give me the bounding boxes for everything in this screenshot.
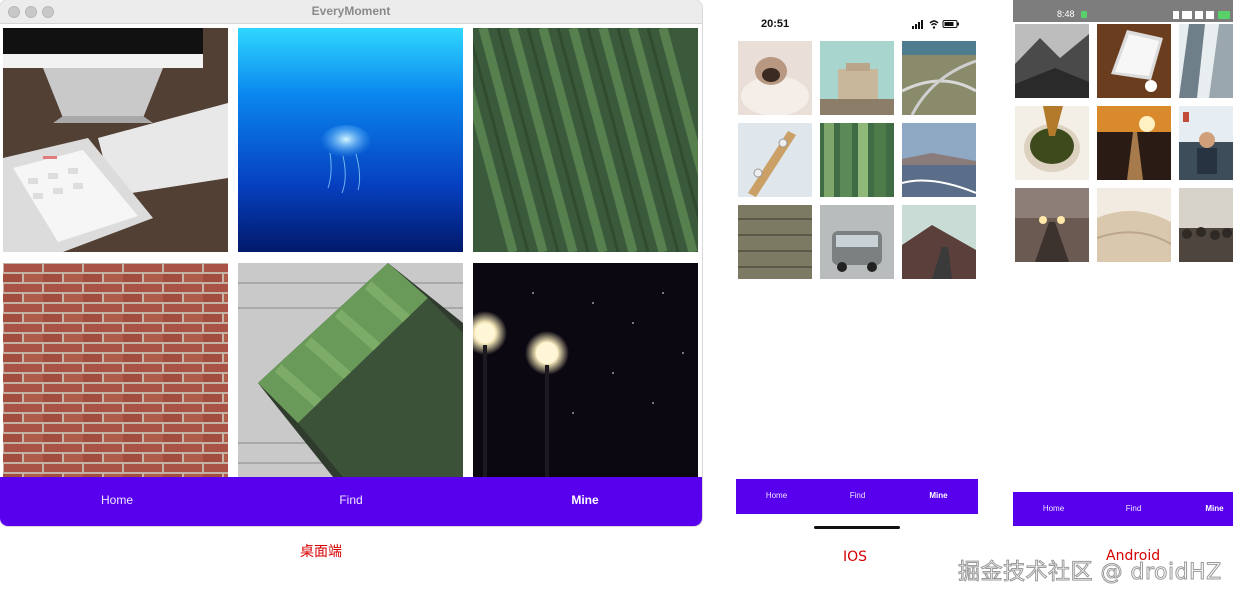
ios-nav-find-tab[interactable]: Find bbox=[817, 491, 898, 500]
android-nav-find-tab[interactable]: Find bbox=[1097, 504, 1170, 513]
android-photo-crowd[interactable] bbox=[1179, 188, 1233, 262]
photo-desk-computer[interactable] bbox=[3, 28, 228, 252]
ios-nav-mine-tab[interactable]: Mine bbox=[898, 491, 979, 500]
android-photo-desert[interactable] bbox=[1097, 188, 1171, 262]
android-photo-foggy-road[interactable] bbox=[1015, 188, 1089, 262]
android-status-time: 8:48 bbox=[1057, 9, 1075, 19]
watermark: 掘金技术社区 @ droidHZ bbox=[958, 560, 1222, 586]
ios-screen: 20:51 Home Find Mine bbox=[736, 10, 978, 535]
android-photo-tea-cup[interactable] bbox=[1015, 106, 1089, 180]
android-nav-home-tab[interactable]: Home bbox=[1017, 504, 1090, 513]
ios-photo-building[interactable] bbox=[820, 41, 894, 115]
desktop-caption: 桌面端 bbox=[300, 544, 342, 560]
battery-icon bbox=[1218, 11, 1230, 19]
android-bottom-nav: Home Find Mine bbox=[1013, 492, 1233, 526]
signal-icon bbox=[1182, 11, 1192, 19]
android-photo-skyscrapers[interactable] bbox=[1179, 24, 1233, 98]
ios-status-icons bbox=[912, 20, 959, 29]
photo-street-lamps[interactable] bbox=[473, 263, 698, 477]
ios-photo-skateboard[interactable] bbox=[738, 123, 812, 197]
nav-mine-tab[interactable]: Mine bbox=[468, 493, 702, 507]
ios-home-indicator[interactable] bbox=[814, 526, 900, 529]
desktop-window: EveryMoment Home Find Mine bbox=[0, 0, 702, 526]
android-photo-laptop[interactable] bbox=[1097, 24, 1171, 98]
notification-icon bbox=[1081, 11, 1087, 18]
android-photo-railway-sunset[interactable] bbox=[1097, 106, 1171, 180]
photo-tea-field[interactable] bbox=[473, 28, 698, 252]
battery-icon bbox=[942, 20, 959, 28]
android-screen: 8:48 Home Find Mine bbox=[1013, 0, 1233, 527]
ios-caption: IOS bbox=[843, 549, 868, 565]
screenshot-stage: EveryMoment Home Find Mine 桌面端 20:51 Hom… bbox=[0, 0, 1260, 600]
nav-home-tab[interactable]: Home bbox=[0, 493, 234, 507]
ios-photo-pug[interactable] bbox=[738, 41, 812, 115]
photo-jellyfish[interactable] bbox=[238, 28, 463, 252]
window-titlebar[interactable]: EveryMoment bbox=[0, 0, 702, 24]
ios-photo-van[interactable] bbox=[820, 205, 894, 279]
ios-status-time: 20:51 bbox=[761, 18, 790, 30]
ios-photo-mountain-road[interactable] bbox=[902, 205, 976, 279]
nav-find-tab[interactable]: Find bbox=[234, 493, 468, 507]
cellular-icon bbox=[1206, 11, 1214, 19]
photo-soccer-field[interactable] bbox=[238, 263, 463, 477]
do-not-disturb-icon bbox=[1173, 11, 1179, 19]
ios-bottom-nav: Home Find Mine bbox=[736, 479, 978, 514]
ios-photo-highway[interactable] bbox=[902, 41, 976, 115]
wifi-icon bbox=[929, 20, 939, 29]
android-nav-mine-tab[interactable]: Mine bbox=[1178, 504, 1251, 513]
android-status-bar: 8:48 bbox=[1013, 0, 1233, 22]
android-photo-mountains[interactable] bbox=[1015, 24, 1089, 98]
ios-photo-bamboo[interactable] bbox=[820, 123, 894, 197]
photo-brick-wall[interactable] bbox=[3, 263, 228, 477]
ios-nav-home-tab[interactable]: Home bbox=[736, 491, 817, 500]
ios-photo-planks[interactable] bbox=[738, 205, 812, 279]
android-status-icons bbox=[1173, 11, 1230, 19]
android-photo-cafe[interactable] bbox=[1179, 106, 1233, 180]
ios-photo-bridge[interactable] bbox=[902, 123, 976, 197]
window-title: EveryMoment bbox=[311, 4, 391, 18]
desktop-bottom-nav: Home Find Mine bbox=[0, 477, 702, 526]
wifi-icon bbox=[1195, 11, 1203, 19]
cellular-signal-icon bbox=[912, 20, 923, 29]
